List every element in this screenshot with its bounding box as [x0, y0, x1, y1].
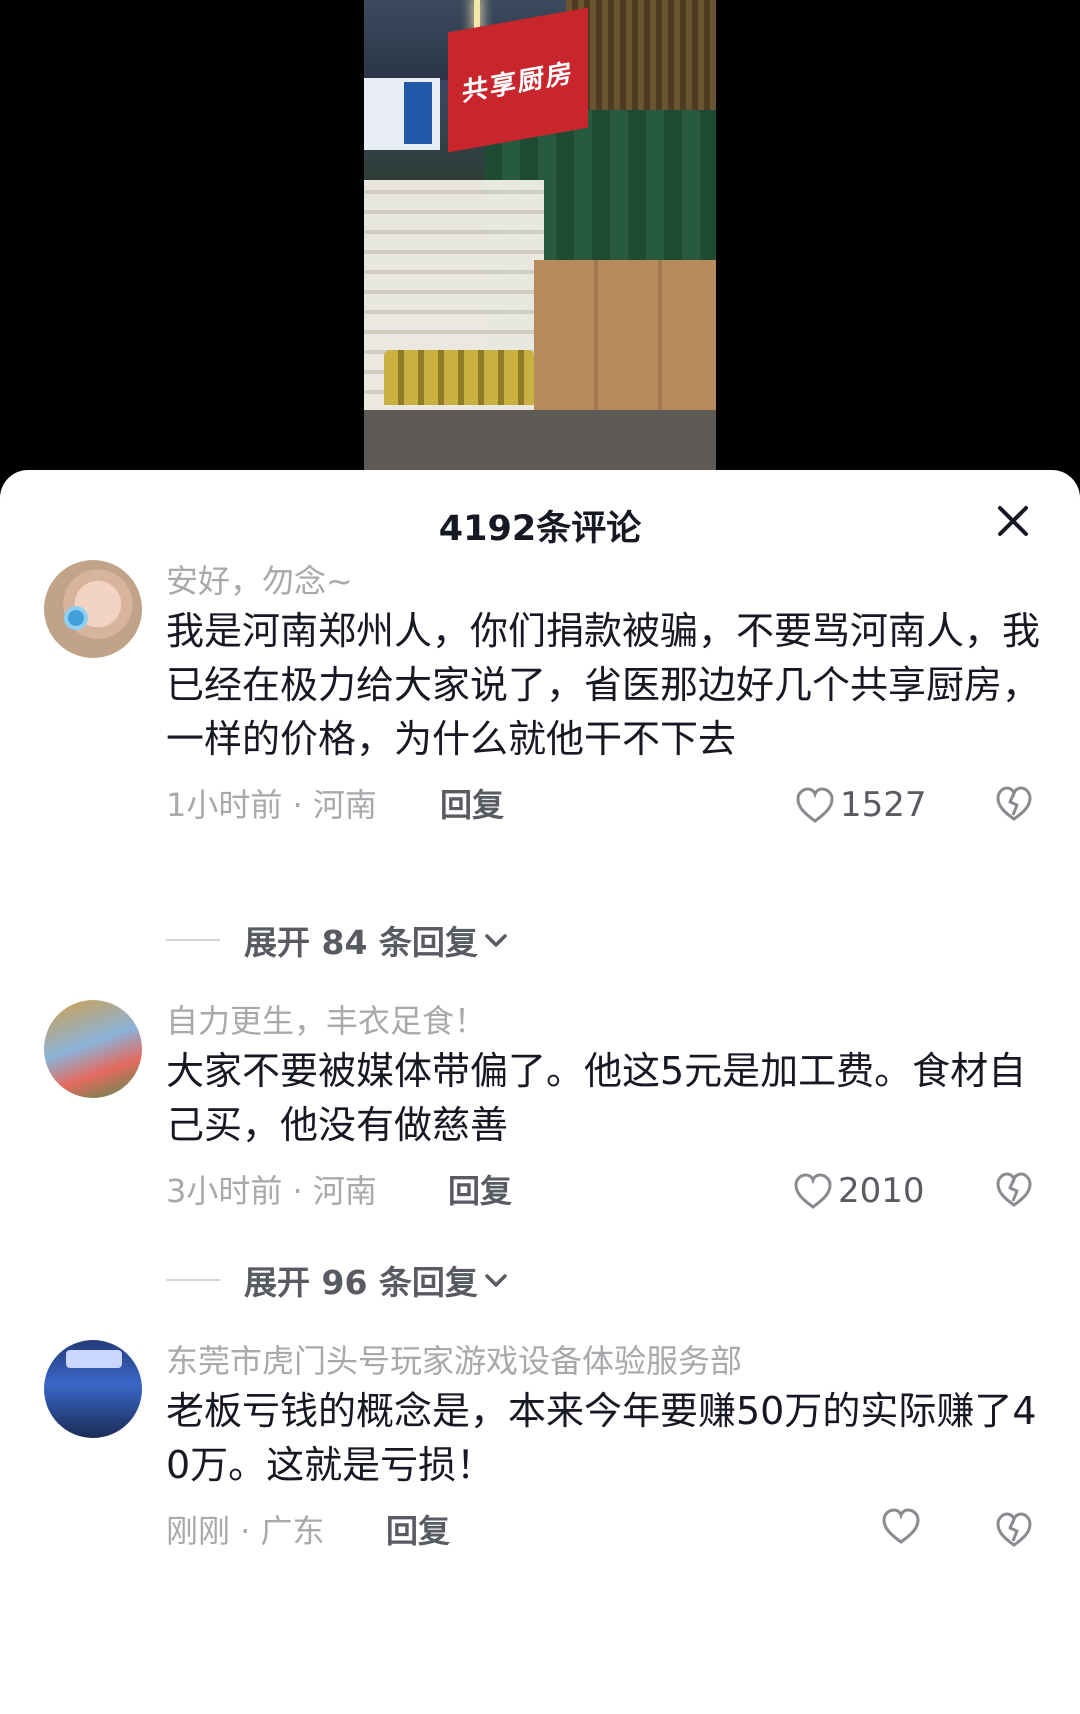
comment-text: 大家不要被媒体带偏了。他这5元是加工费。食材自己买，他没有做慈善 — [166, 1049, 1027, 1147]
shop-sign: 共享厨房 — [448, 7, 588, 153]
broken-heart-icon — [996, 1512, 1032, 1547]
heart-icon — [882, 1508, 920, 1544]
comment-time-location: 3小时前 · 河南 — [166, 1172, 377, 1210]
like-button[interactable]: 2010 — [792, 1166, 925, 1216]
dislike-button[interactable] — [994, 1170, 1034, 1210]
broken-heart-icon — [996, 1172, 1032, 1207]
heart-icon — [794, 1173, 832, 1209]
reply-button[interactable]: 回复 — [386, 1506, 450, 1556]
like-button[interactable]: 1527 — [794, 780, 927, 830]
comment-count-title: 4192条评论 — [438, 509, 642, 549]
broken-heart-icon — [996, 786, 1032, 821]
comment-time-location: 刚刚 · 广东 — [166, 1512, 325, 1550]
like-count: 1527 — [840, 785, 927, 825]
close-icon — [998, 506, 1028, 536]
comment-text: 我是河南郑州人，你们捐款被骗，不要骂河南人，我已经在极力给大家说了，省医那边好几… — [166, 609, 1041, 761]
dislike-button[interactable] — [994, 1510, 1034, 1550]
comment-text: 老板亏钱的概念是，本来今年要赚50万的实际赚了40万。这就是亏损！ — [166, 1389, 1037, 1487]
heart-icon — [796, 787, 834, 823]
comment-username[interactable]: 安好，勿念~ — [166, 560, 1046, 602]
avatar[interactable] — [44, 560, 142, 658]
dislike-button[interactable] — [994, 784, 1034, 824]
divider — [166, 1279, 220, 1281]
expand-replies-label: 展开 96 条回复 — [244, 1263, 478, 1302]
video-frame: 共享厨房 — [364, 0, 716, 480]
reply-button[interactable]: 回复 — [440, 780, 504, 830]
comment-time-location: 1小时前 · 河南 — [166, 786, 377, 824]
comment-sheet: 4192条评论 安好，勿念~ 我是河南郑州人，你们捐款被骗，不要骂河南人，我已经… — [0, 470, 1080, 1714]
close-button[interactable] — [992, 500, 1034, 542]
avatar[interactable] — [44, 1000, 142, 1098]
chevron-down-icon — [485, 934, 507, 947]
like-button[interactable] — [880, 1506, 926, 1546]
comment-username[interactable]: 东莞市虎门头号玩家游戏设备体验服务部 — [166, 1340, 1046, 1382]
video-player[interactable]: 共享厨房 — [0, 0, 1080, 480]
expand-replies-button[interactable]: 展开 96 条回复 — [166, 1256, 510, 1304]
expand-replies-button[interactable]: 展开 84 条回复 — [166, 916, 510, 964]
reply-button[interactable]: 回复 — [448, 1166, 512, 1216]
divider — [166, 939, 220, 941]
comment-username[interactable]: 自力更生，丰衣足食！ — [166, 1000, 1046, 1042]
expand-replies-label: 展开 84 条回复 — [244, 923, 478, 962]
like-count: 2010 — [838, 1171, 925, 1211]
avatar[interactable] — [44, 1340, 142, 1438]
chevron-down-icon — [485, 1274, 507, 1287]
